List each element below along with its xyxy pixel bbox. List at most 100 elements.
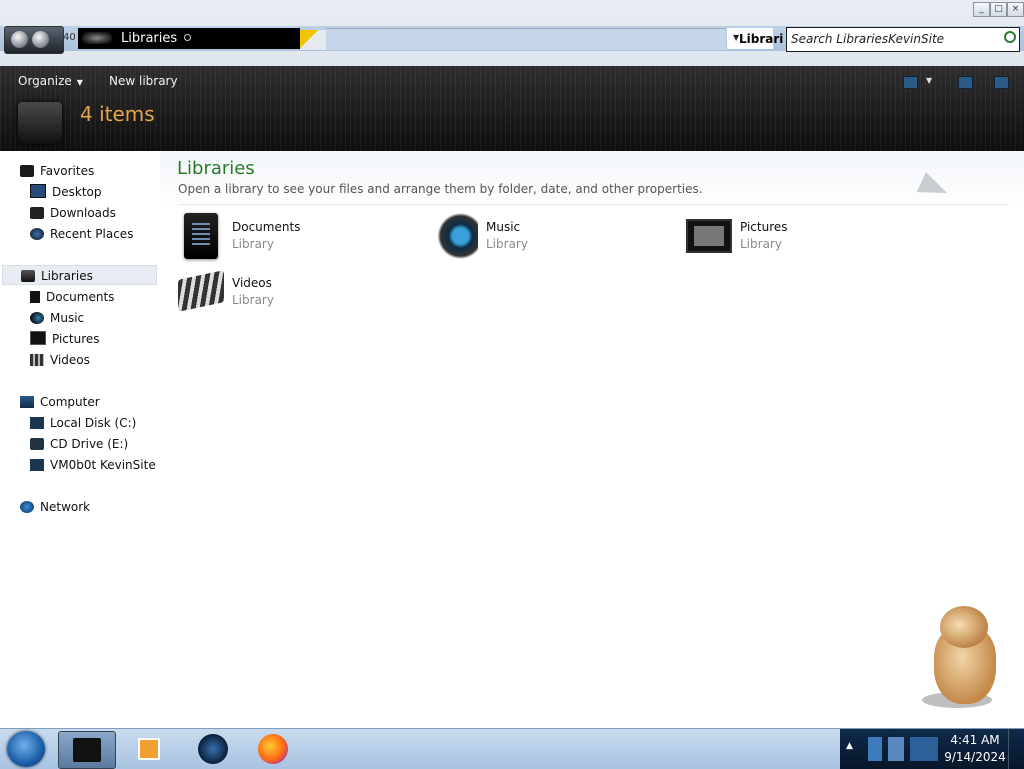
music-icon <box>30 312 44 324</box>
sidebar-item-recent-places[interactable]: Recent Places <box>30 224 133 244</box>
library-tile-pictures[interactable]: Pictures Library <box>686 213 926 263</box>
organize-label: Organize <box>18 74 72 88</box>
library-tile-documents[interactable]: Documents Library <box>178 213 418 263</box>
library-tile-videos[interactable]: Videos Library <box>178 269 418 319</box>
search-box[interactable]: Search LibrariesKevinSite <box>786 27 1020 52</box>
libraries-icon <box>82 32 112 44</box>
sidebar-item-label: Libraries <box>41 269 93 283</box>
show-desktop-button[interactable] <box>1008 729 1024 769</box>
system-tray: ▲ 4:41 AM 9/14/2024 <box>840 729 1024 769</box>
sidebar-item-label: CD Drive (E:) <box>50 437 129 451</box>
address-bar[interactable]: Libraries <box>78 28 300 49</box>
network-icon <box>20 501 34 513</box>
sidebar-item-libraries[interactable]: Libraries <box>2 265 157 285</box>
page-title: Libraries <box>177 158 255 179</box>
sidebar-item-label: Computer <box>40 395 100 409</box>
minimize-button[interactable]: _ <box>973 2 990 17</box>
search-icon[interactable] <box>1004 31 1016 43</box>
pictures-icon <box>686 219 732 253</box>
search-input[interactable]: Search LibrariesKevinSite <box>791 32 944 46</box>
sidebar-item-label: Documents <box>46 290 115 304</box>
sidebar-item-music[interactable]: Music <box>30 308 84 328</box>
breadcrumb-arrow-icon[interactable] <box>184 34 191 41</box>
sidebar-item-pictures[interactable]: Pictures <box>30 329 100 349</box>
address-history-dropdown[interactable]: ▼ Librari <box>727 28 783 49</box>
recent-places-icon <box>30 228 44 240</box>
library-name: Music <box>486 220 521 234</box>
globe-icon <box>198 734 228 764</box>
library-name: Documents <box>232 220 301 234</box>
sidebar-item-favorites[interactable]: Favorites <box>20 161 94 181</box>
sidebar-item-label: Music <box>50 311 85 325</box>
music-icon <box>432 213 478 259</box>
sidebar-item-label: Local Disk (C:) <box>50 416 137 430</box>
library-type: Library <box>232 237 274 251</box>
videos-icon <box>30 354 44 366</box>
sidebar-item-documents[interactable]: Documents <box>30 287 114 307</box>
hamster-head <box>940 606 988 648</box>
close-button[interactable]: × <box>1007 2 1024 17</box>
sidebar-item-label: Favorites <box>40 164 95 178</box>
cd-drive-icon <box>30 438 44 450</box>
change-view-icon[interactable] <box>903 76 918 89</box>
clock-time[interactable]: 4:41 AM <box>944 733 1006 747</box>
maximize-button[interactable]: □ <box>990 2 1007 17</box>
library-type: Library <box>740 237 782 251</box>
desktop-icon <box>30 184 46 198</box>
sidebar-item-computer[interactable]: Computer <box>20 392 100 412</box>
preview-pane-icon[interactable] <box>958 76 973 89</box>
taskbar-firefox-button[interactable] <box>246 731 302 767</box>
sidebar-item-label: Pictures <box>52 332 100 346</box>
documents-icon <box>30 291 40 303</box>
taskbar-media-player-button[interactable] <box>120 731 176 767</box>
sidebar-item-label: Desktop <box>52 185 102 199</box>
title-bar: 40 Libraries ▼ Librari Search LibrariesK… <box>0 0 1024 66</box>
page-subtitle: Open a library to see your files and arr… <box>178 182 703 196</box>
sidebar-item-label: Recent Places <box>50 227 134 241</box>
tray-icons[interactable] <box>868 737 938 761</box>
view-options-chevron-icon[interactable]: ▼ <box>926 76 932 85</box>
library-tile-music[interactable]: Music Library <box>432 213 672 263</box>
taskbar-globe-button[interactable] <box>186 731 242 767</box>
libraries-icon <box>21 270 35 282</box>
help-icon[interactable] <box>994 76 1009 89</box>
sidebar-item-cd-drive[interactable]: CD Drive (E:) <box>30 434 128 454</box>
sidebar-item-videos[interactable]: Videos <box>30 350 90 370</box>
library-type: Library <box>232 293 274 307</box>
computer-icon <box>20 396 34 408</box>
back-icon[interactable] <box>11 31 28 48</box>
paper-plane-icon <box>916 172 952 204</box>
breadcrumb-libraries[interactable]: Libraries <box>121 31 177 46</box>
downloads-icon <box>30 207 44 219</box>
taskbar-explorer-button[interactable] <box>58 731 116 769</box>
network-drive-icon <box>30 459 44 471</box>
show-hidden-icons-button[interactable]: ▲ <box>846 741 853 751</box>
sidebar-item-network[interactable]: Network <box>20 497 90 517</box>
back-forward-buttons[interactable] <box>4 26 64 54</box>
hard-disk-icon <box>30 417 44 429</box>
new-library-button[interactable]: New library <box>109 74 178 88</box>
clock-date[interactable]: 9/14/2024 <box>944 750 1006 764</box>
sidebar-item-downloads[interactable]: Downloads <box>30 203 116 223</box>
library-type: Library <box>486 237 528 251</box>
nav-dropdown-label: 40 <box>63 32 76 43</box>
favorites-icon <box>20 165 34 177</box>
hamster-gadget-icon[interactable] <box>922 604 1004 708</box>
address-right-label: Librari <box>739 32 784 46</box>
sidebar-item-local-disk[interactable]: Local Disk (C:) <box>30 413 136 433</box>
sidebar-item-label: Network <box>40 500 91 514</box>
start-button[interactable] <box>7 731 45 767</box>
address-field[interactable] <box>326 28 726 50</box>
libraries-large-icon <box>18 102 62 144</box>
content-pane: Libraries Open a library to see your fil… <box>160 151 1024 728</box>
item-count: 4 items <box>80 102 155 126</box>
sidebar-item-network-drive[interactable]: VM0b0t KevinSite <box>30 455 156 475</box>
windows-explorer-icon <box>73 738 101 762</box>
divider <box>178 204 1008 205</box>
sidebar-item-desktop[interactable]: Desktop <box>30 182 102 202</box>
address-decoration <box>300 30 326 50</box>
media-player-icon <box>138 738 160 760</box>
videos-icon <box>178 270 224 312</box>
forward-icon[interactable] <box>32 31 49 48</box>
organize-menu[interactable]: Organize ▼ <box>18 74 83 88</box>
